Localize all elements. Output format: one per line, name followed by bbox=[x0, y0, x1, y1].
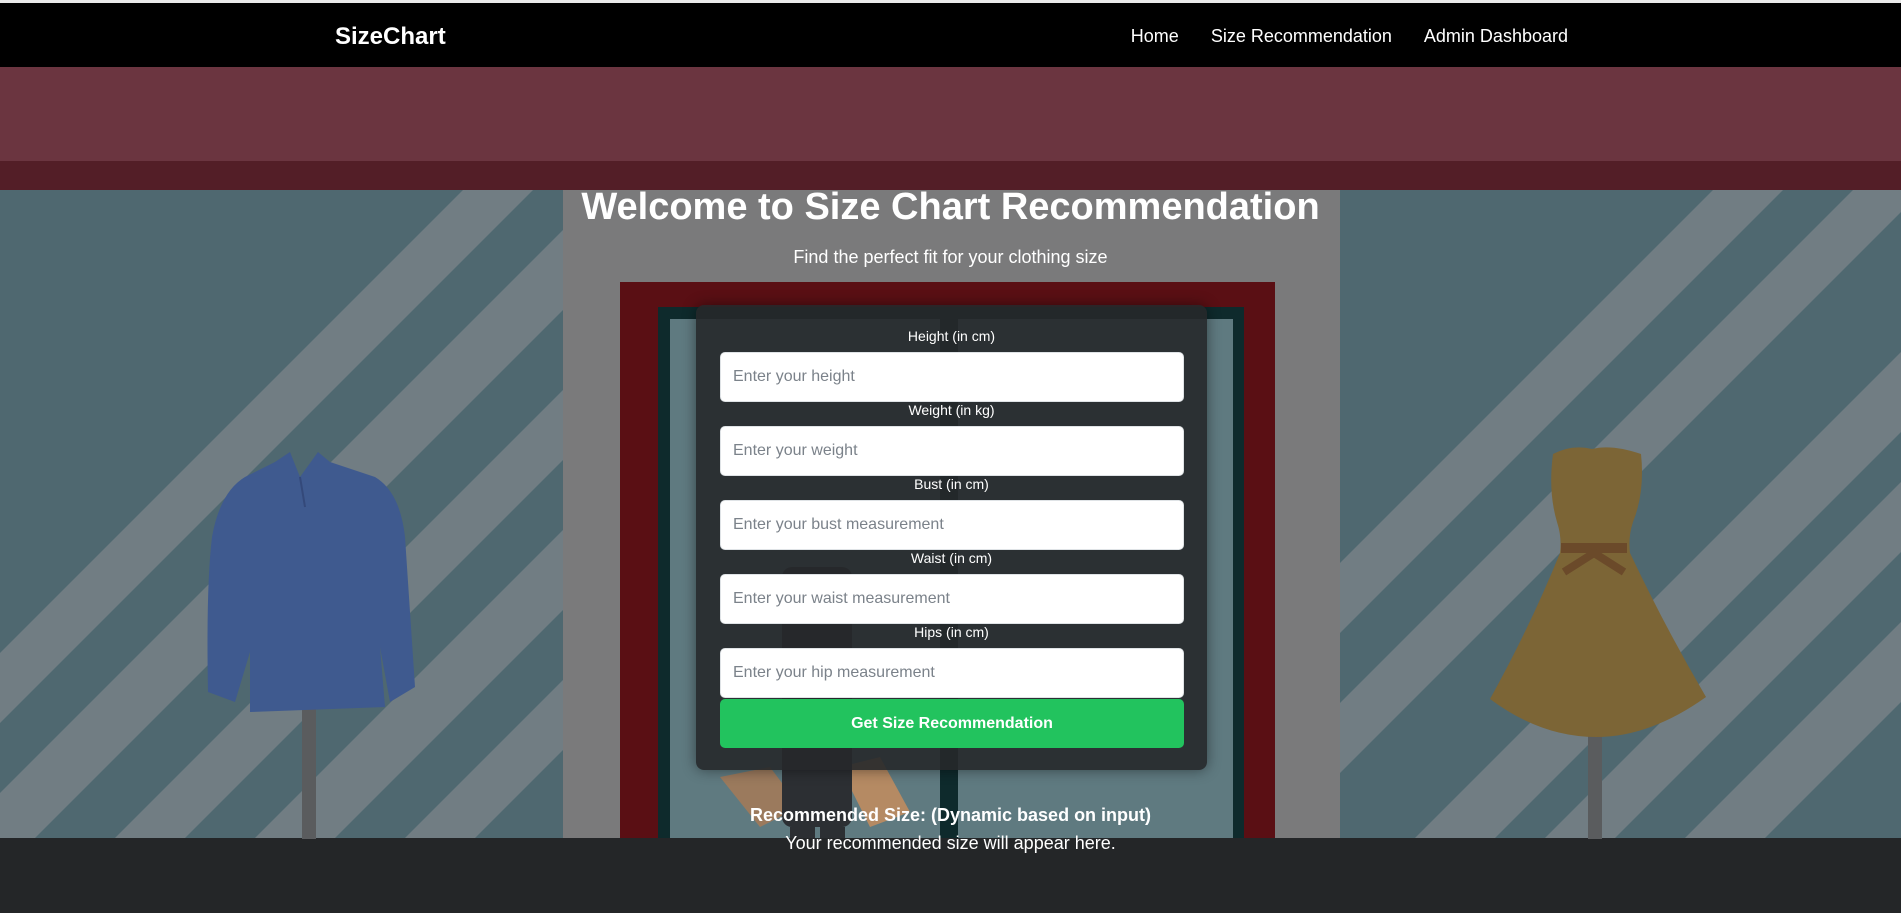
waist-input[interactable] bbox=[720, 574, 1184, 624]
bust-label: Bust (in cm) bbox=[914, 476, 989, 492]
brand-logo[interactable]: SizeChart bbox=[335, 23, 446, 51]
result-title: Recommended Size: (Dynamic based on inpu… bbox=[749, 805, 1152, 825]
weight-input[interactable] bbox=[720, 426, 1184, 476]
get-size-recommendation-button[interactable]: Get Size Recommendation bbox=[720, 699, 1184, 748]
weight-label: Weight (in kg) bbox=[908, 402, 995, 418]
nav-links: Home Size Recommendation Admin Dashboard bbox=[1131, 26, 1568, 47]
nav-link-home[interactable]: Home bbox=[1131, 26, 1179, 47]
waist-label: Waist (in cm) bbox=[910, 550, 993, 566]
height-input[interactable] bbox=[720, 352, 1184, 402]
bust-input[interactable] bbox=[720, 500, 1184, 550]
navbar: SizeChart Home Size Recommendation Admin… bbox=[0, 0, 1901, 67]
page-subtitle: Find the perfect fit for your clothing s… bbox=[793, 247, 1108, 267]
result-text: Your recommended size will appear here. bbox=[785, 833, 1116, 853]
hips-input[interactable] bbox=[720, 648, 1184, 698]
nav-link-size-recommendation[interactable]: Size Recommendation bbox=[1211, 26, 1392, 47]
height-label: Height (in cm) bbox=[907, 328, 996, 344]
page-title: Welcome to Size Chart Recommendation bbox=[581, 186, 1320, 228]
awning bbox=[0, 67, 1901, 161]
size-form: Height (in cm) Weight (in kg) Bust (in c… bbox=[696, 305, 1207, 770]
nav-link-admin-dashboard[interactable]: Admin Dashboard bbox=[1424, 26, 1568, 47]
hips-label: Hips (in cm) bbox=[914, 624, 989, 640]
